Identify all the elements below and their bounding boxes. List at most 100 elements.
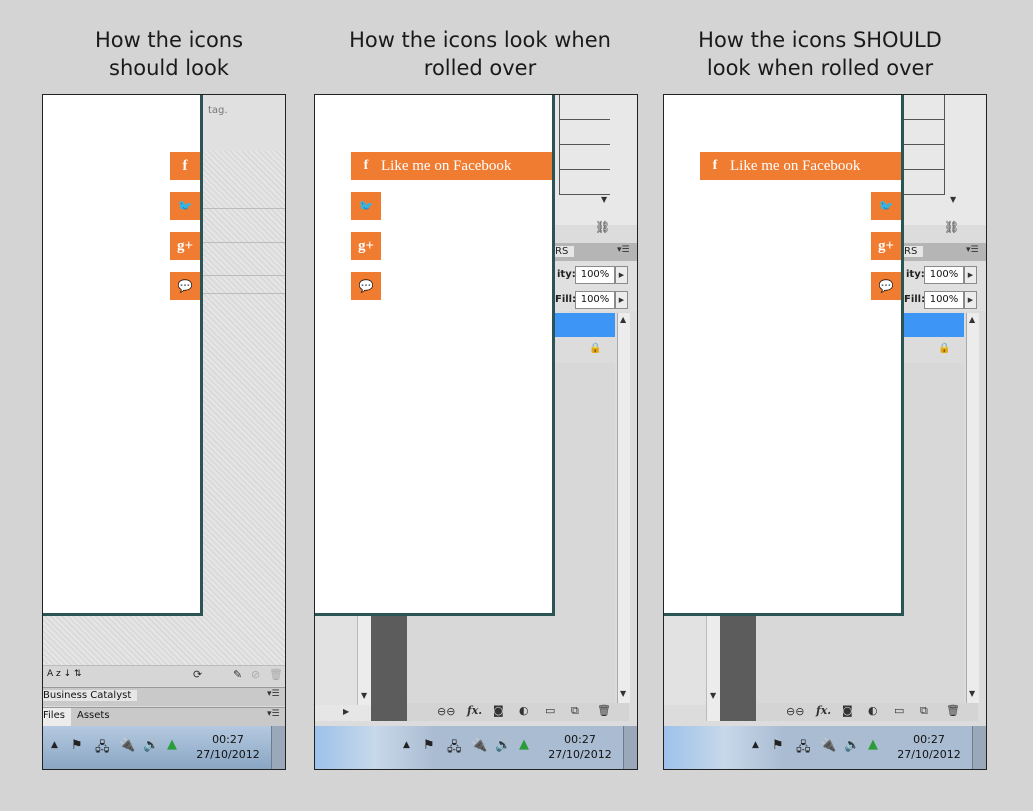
- comment-icon[interactable]: 💬: [871, 272, 901, 300]
- fill-arrow[interactable]: ▶: [964, 291, 977, 309]
- photoshop-dark-strip: [371, 615, 407, 721]
- layers-bottom-toolbar: ⊖⊖ fx. ◙ ◐ ▭ ⧉ 🗑: [407, 703, 629, 721]
- action-center-flag-icon[interactable]: ⚑: [423, 738, 435, 753]
- new-layer-icon[interactable]: ⧉: [920, 704, 928, 718]
- facebook-icon[interactable]: f: [170, 152, 200, 180]
- scroll-down-icon[interactable]: ▼: [950, 195, 956, 204]
- scroll-down-icon[interactable]: ▼: [601, 195, 607, 204]
- google-drive-icon[interactable]: ▲: [519, 737, 529, 752]
- power-icon[interactable]: 🔌: [119, 738, 135, 753]
- google-drive-icon[interactable]: ▲: [868, 737, 878, 752]
- opacity-input[interactable]: 100%: [924, 266, 964, 284]
- layers-scrollbar[interactable]: ▲ ▼: [617, 313, 630, 703]
- network-icon[interactable]: 🖧: [95, 738, 110, 760]
- group-icon[interactable]: ▭: [545, 704, 555, 717]
- files-tab[interactable]: Files: [43, 708, 71, 726]
- action-center-flag-icon[interactable]: ⚑: [71, 738, 83, 753]
- fill-arrow[interactable]: ▶: [615, 291, 628, 309]
- sort-icons[interactable]: A z ↓ ⇅: [47, 669, 82, 679]
- mask-icon[interactable]: ◙: [493, 704, 504, 717]
- canvas-hscroll[interactable]: ▶: [315, 705, 371, 721]
- googleplus-icon[interactable]: g+: [871, 232, 901, 260]
- power-icon[interactable]: 🔌: [820, 738, 836, 753]
- opacity-arrow[interactable]: ▶: [964, 266, 977, 284]
- grid-row: [904, 120, 945, 145]
- canvas-scrollbar[interactable]: ▼: [706, 615, 721, 721]
- clock-date: 27/10/2012: [897, 748, 961, 761]
- new-layer-icon[interactable]: ⧉: [571, 704, 579, 718]
- facebook-like-label: Like me on Facebook: [381, 157, 512, 174]
- taskbar-clock[interactable]: 00:27 27/10/2012: [193, 732, 263, 762]
- trash-icon[interactable]: 🗑: [269, 668, 283, 681]
- adjustment-icon[interactable]: ◐: [868, 704, 878, 717]
- action-center-flag-icon[interactable]: ⚑: [772, 738, 784, 753]
- volume-icon[interactable]: 🔊: [844, 738, 860, 753]
- selected-layer-row[interactable]: [555, 313, 615, 337]
- business-catalyst-tab[interactable]: Business Catalyst: [43, 690, 138, 701]
- clock-date: 27/10/2012: [196, 748, 260, 761]
- refresh-icon[interactable]: ⟳: [193, 668, 202, 681]
- opacity-input[interactable]: 100%: [575, 266, 615, 284]
- background-layer-row[interactable]: 🔒: [904, 339, 964, 364]
- volume-icon[interactable]: 🔊: [143, 738, 159, 753]
- link-icon[interactable]: ⊖⊖: [786, 705, 804, 718]
- scroll-up-icon[interactable]: ▲: [620, 315, 626, 324]
- show-desktop-button[interactable]: [972, 726, 986, 769]
- googleplus-icon[interactable]: g+: [351, 232, 381, 260]
- scroll-right-icon[interactable]: ▶: [343, 707, 349, 716]
- show-hidden-icon[interactable]: ▲: [51, 740, 58, 750]
- scroll-up-icon[interactable]: ▲: [969, 315, 975, 324]
- google-drive-icon[interactable]: ▲: [167, 737, 177, 752]
- trash-icon[interactable]: 🗑: [946, 704, 960, 717]
- opacity-arrow[interactable]: ▶: [615, 266, 628, 284]
- facebook-icon: f: [712, 158, 718, 173]
- scroll-down-icon[interactable]: ▼: [361, 691, 367, 700]
- show-hidden-icon[interactable]: ▲: [403, 740, 410, 750]
- cancel-icon[interactable]: ⊘: [251, 668, 260, 681]
- scroll-down-icon[interactable]: ▼: [620, 689, 626, 698]
- fill-input[interactable]: 100%: [924, 291, 964, 309]
- twitter-icon[interactable]: 🐦: [170, 192, 200, 220]
- facebook-like-bar[interactable]: f Like me on Facebook: [351, 152, 552, 180]
- layers-tab[interactable]: RS: [904, 246, 924, 257]
- facebook-like-bar[interactable]: f Like me on Facebook: [700, 152, 901, 180]
- selected-layer-row[interactable]: [904, 313, 964, 337]
- network-icon[interactable]: 🖧: [796, 738, 811, 760]
- power-icon[interactable]: 🔌: [471, 738, 487, 753]
- toggle-icon[interactable]: ⛓: [944, 220, 959, 234]
- group-icon[interactable]: ▭: [894, 704, 904, 717]
- show-desktop-button[interactable]: [623, 726, 637, 769]
- scroll-down-icon[interactable]: ▼: [710, 691, 716, 700]
- panel-menu-icon[interactable]: ▾☰: [617, 245, 630, 255]
- adjustment-icon[interactable]: ◐: [519, 704, 529, 717]
- show-hidden-icon[interactable]: ▲: [752, 740, 759, 750]
- panel-menu-icon[interactable]: ▾☰: [966, 245, 979, 255]
- twitter-icon[interactable]: 🐦: [351, 192, 381, 220]
- taskbar-clock[interactable]: 00:27 27/10/2012: [894, 732, 964, 762]
- comment-icon[interactable]: 💬: [351, 272, 381, 300]
- volume-icon[interactable]: 🔊: [495, 738, 511, 753]
- layers-tab[interactable]: RS: [555, 246, 575, 257]
- twitter-icon[interactable]: 🐦: [871, 192, 901, 220]
- assets-tab[interactable]: Assets: [77, 710, 110, 721]
- toggle-icon[interactable]: ⛓: [595, 220, 610, 234]
- network-icon[interactable]: 🖧: [447, 738, 462, 760]
- dreamweaver-line: [203, 242, 285, 243]
- show-desktop-button[interactable]: [271, 726, 285, 769]
- fx-icon[interactable]: fx.: [816, 704, 831, 717]
- edit-icon[interactable]: ✎: [233, 668, 242, 681]
- scroll-down-icon[interactable]: ▼: [969, 689, 975, 698]
- fx-icon[interactable]: fx.: [467, 704, 482, 717]
- panel-menu-icon[interactable]: ▾☰: [267, 689, 280, 699]
- fill-input[interactable]: 100%: [575, 291, 615, 309]
- mask-icon[interactable]: ◙: [842, 704, 853, 717]
- panel-menu-icon[interactable]: ▾☰: [267, 709, 280, 719]
- trash-icon[interactable]: 🗑: [597, 704, 611, 717]
- layers-scrollbar[interactable]: ▲ ▼: [966, 313, 979, 703]
- background-layer-row[interactable]: 🔒: [555, 339, 615, 364]
- comment-icon[interactable]: 💬: [170, 272, 200, 300]
- link-icon[interactable]: ⊖⊖: [437, 705, 455, 718]
- taskbar-clock[interactable]: 00:27 27/10/2012: [545, 732, 615, 762]
- grid-row: [559, 95, 610, 120]
- googleplus-icon[interactable]: g+: [170, 232, 200, 260]
